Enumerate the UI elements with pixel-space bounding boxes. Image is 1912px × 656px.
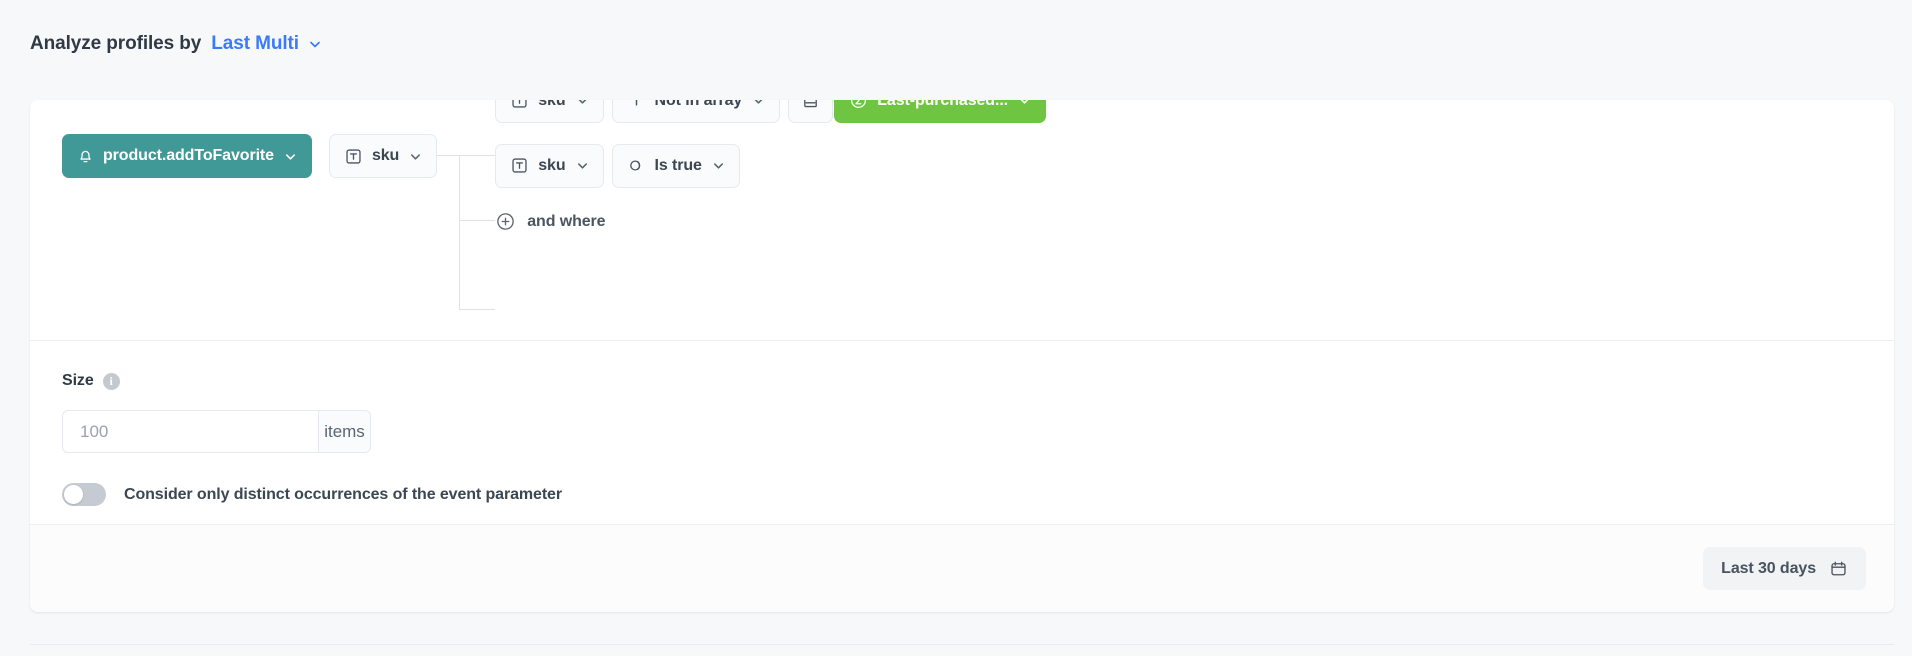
page-title: Analyze profiles by <box>30 33 201 55</box>
property-chip[interactable]: sku <box>329 134 437 178</box>
condition-builder: product.addToFavorite sku <box>30 100 1894 340</box>
sigma-circle-icon <box>849 100 868 110</box>
size-section: Size i items Consider only distinct occu… <box>30 341 1894 521</box>
tree-branch <box>459 220 495 221</box>
condition-operator-chip[interactable]: Is true <box>612 144 740 188</box>
page-bottom-divider <box>30 644 1894 645</box>
condition-operator-label: Is true <box>655 157 702 175</box>
condition-value-chip[interactable]: Last-purchased... <box>834 100 1046 123</box>
chevron-down-icon <box>752 100 765 107</box>
text-type-icon <box>344 147 363 166</box>
tree-branch <box>459 155 495 156</box>
event-chip[interactable]: product.addToFavorite <box>62 134 312 178</box>
text-type-icon <box>510 100 529 110</box>
info-icon[interactable]: i <box>103 373 120 390</box>
chevron-down-icon <box>308 37 322 51</box>
condition-field-label: sku <box>538 100 565 110</box>
boolean-icon <box>627 156 646 175</box>
chevron-down-icon <box>1018 100 1031 107</box>
condition-row: sku Not in arra <box>495 100 1046 123</box>
condition-field-chip[interactable]: sku <box>495 144 603 188</box>
toggle-knob <box>64 485 83 504</box>
save-value-button[interactable] <box>788 100 833 123</box>
builder-main-row: product.addToFavorite sku <box>62 134 1894 178</box>
analyze-by-select[interactable]: Last Multi <box>211 33 322 55</box>
add-condition-button[interactable]: and where <box>495 210 1046 234</box>
add-condition-label: and where <box>527 213 605 231</box>
size-input-group: items <box>62 410 371 453</box>
analyze-by-value: Last Multi <box>211 33 299 55</box>
condition-field-chip[interactable]: sku <box>495 100 603 123</box>
chevron-down-icon <box>576 100 589 107</box>
size-label: Size <box>62 372 94 390</box>
query-builder-card: product.addToFavorite sku <box>30 100 1894 612</box>
condition-operator-label: Not in array <box>655 100 743 110</box>
bell-icon <box>77 148 94 165</box>
chevron-down-icon <box>409 150 422 163</box>
calendar-icon <box>1829 559 1848 578</box>
chevron-down-icon <box>576 159 589 172</box>
event-chip-label: product.addToFavorite <box>103 147 274 165</box>
size-unit-label: items <box>318 411 370 452</box>
condition-tree-connector <box>437 134 495 135</box>
distinct-occurrences-row: Consider only distinct occurrences of th… <box>62 483 1894 506</box>
condition-operator-chip[interactable]: Not in array <box>612 100 781 123</box>
distinct-occurrences-toggle[interactable] <box>62 483 106 506</box>
chevron-down-icon <box>712 159 725 172</box>
condition-field-label: sku <box>538 157 565 175</box>
property-chip-label: sku <box>372 147 399 165</box>
tree-branch <box>459 309 495 310</box>
tree-vertical-line <box>459 155 460 309</box>
size-label-row: Size i <box>62 371 1894 391</box>
text-type-icon <box>510 156 529 175</box>
page-root: Analyze profiles by Last Multi <box>0 0 1912 656</box>
text-t-icon <box>627 100 646 110</box>
plus-circle-icon <box>495 211 516 232</box>
date-range-button[interactable]: Last 30 days <box>1703 547 1866 590</box>
condition-value-label: Last-purchased... <box>877 100 1008 110</box>
save-disk-icon <box>801 100 820 110</box>
condition-rows: sku Not in arra <box>495 100 1046 234</box>
distinct-occurrences-label: Consider only distinct occurrences of th… <box>124 486 562 504</box>
page-header: Analyze profiles by Last Multi <box>30 30 322 58</box>
date-range-label: Last 30 days <box>1721 560 1816 578</box>
card-footer: Last 30 days <box>30 524 1894 612</box>
chevron-down-icon <box>284 150 297 163</box>
tree-stub <box>437 155 459 156</box>
size-input[interactable] <box>63 411 318 452</box>
condition-row: sku <box>495 144 1046 188</box>
